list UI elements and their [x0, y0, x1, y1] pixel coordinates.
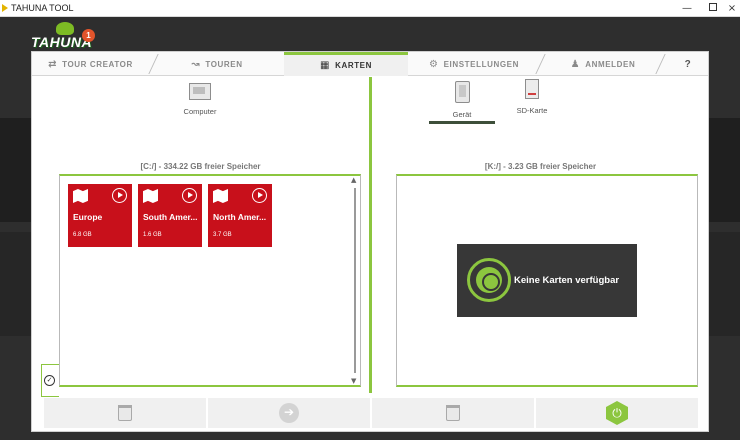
app-panel: ⇄ TOUR CREATOR ↝ TOUREN ▦ KARTEN ⚙ EINST… — [31, 51, 709, 432]
map-icon: ▦ — [320, 60, 331, 71]
tab-label: TOUREN — [205, 59, 243, 69]
maximize-button[interactable] — [700, 0, 726, 17]
storage-info: [C:/] - 334.22 GB freier Speicher — [140, 162, 261, 171]
delete-local-button[interactable] — [44, 398, 206, 428]
map-list: Europe 6.8 GB South Amer... 1.6 GB North… — [59, 174, 361, 387]
tab-karten[interactable]: ▦ KARTEN — [284, 52, 408, 76]
app-icon — [2, 4, 8, 12]
trash-icon — [118, 405, 132, 421]
tab-label: KARTEN — [335, 61, 372, 70]
local-maps-pane: Computer [C:/] - 334.22 GB freier Speich… — [32, 77, 369, 397]
notification-badge[interactable]: 1 — [82, 29, 95, 42]
tab-bar: ⇄ TOUR CREATOR ↝ TOUREN ▦ KARTEN ⚙ EINST… — [32, 52, 708, 76]
map-size: 1.6 GB — [143, 232, 162, 238]
close-button[interactable]: × — [724, 0, 740, 17]
map-tile[interactable]: Europe 6.8 GB — [68, 184, 132, 247]
power-icon — [606, 401, 628, 425]
power-button[interactable] — [536, 398, 698, 428]
window-title: TAHUNA TOOL — [11, 3, 74, 13]
trash-icon — [446, 405, 460, 421]
play-icon[interactable] — [182, 188, 197, 203]
pane-divider — [369, 77, 372, 393]
scrollbar-thumb[interactable] — [354, 188, 356, 373]
tab-label: EINSTELLUNGEN — [443, 59, 519, 69]
tab-label: ANMELDEN — [585, 59, 636, 69]
map-size: 6.8 GB — [73, 232, 92, 238]
empty-message: Keine Karten verfügbar — [514, 275, 620, 286]
tab-label: TOUR CREATOR — [62, 59, 133, 69]
map-tile[interactable]: North Amer... 3.7 GB — [208, 184, 272, 247]
device-icon — [454, 81, 470, 103]
map-icon — [213, 189, 228, 203]
scroll-down-icon[interactable]: ▼ — [351, 377, 356, 385]
scroll-up-icon[interactable]: ▲ — [351, 176, 356, 184]
maximize-icon — [709, 3, 717, 11]
map-tile[interactable]: South Amer... 1.6 GB — [138, 184, 202, 247]
play-icon[interactable] — [252, 188, 267, 203]
globe-icon — [467, 258, 511, 302]
check-icon: ✓ — [44, 375, 55, 386]
source-sd-karte[interactable]: SD-Karte — [502, 79, 562, 115]
help-icon: ? — [684, 58, 692, 70]
empty-state: Keine Karten verfügbar — [457, 244, 637, 317]
map-name: North Amer... — [213, 212, 267, 222]
source-label: SD-Karte — [516, 106, 548, 115]
device-maps-pane: Gerät SD-Karte [K:/] - 3.23 GB freier Sp… — [373, 77, 708, 393]
gear-icon: ⚙ — [429, 58, 439, 70]
tab-touren[interactable]: ↝ TOUREN — [157, 52, 277, 76]
arrow-right-icon: ➔ — [279, 403, 299, 423]
selected-indicator — [429, 121, 495, 124]
delete-device-button[interactable] — [372, 398, 534, 428]
minimize-button[interactable]: — — [674, 0, 700, 17]
computer-icon — [189, 83, 211, 100]
map-name: South Amer... — [143, 212, 198, 222]
transfer-button[interactable]: ➔ — [208, 398, 370, 428]
map-name: Europe — [73, 212, 103, 222]
select-all-toggle[interactable]: ✓ — [41, 364, 59, 397]
route-icon: ↝ — [191, 58, 201, 70]
storage-info: [K:/] - 3.23 GB freier Speicher — [484, 162, 597, 171]
tab-help[interactable]: ? — [668, 52, 708, 76]
device-map-list: Keine Karten verfügbar — [396, 174, 698, 387]
sd-card-icon — [525, 79, 539, 99]
map-icon — [73, 189, 88, 203]
tab-tour-creator[interactable]: ⇄ TOUR CREATOR — [32, 52, 149, 76]
scrollbar[interactable]: ▲ ▼ — [351, 176, 358, 385]
source-computer[interactable]: Computer — [170, 83, 230, 116]
tahuna-logo: TAHUNA 1 — [28, 22, 108, 54]
play-icon[interactable] — [112, 188, 127, 203]
share-icon: ⇄ — [48, 58, 58, 70]
window-titlebar: TAHUNA TOOL — × — [0, 0, 740, 17]
source-label: Gerät — [452, 110, 472, 119]
action-bar: ➔ — [44, 398, 698, 428]
source-geraet[interactable]: Gerät — [427, 81, 497, 124]
tab-einstellungen[interactable]: ⚙ EINSTELLUNGEN — [412, 52, 536, 76]
map-size: 3.7 GB — [213, 232, 232, 238]
user-icon: ♟ — [570, 58, 581, 70]
tab-anmelden[interactable]: ♟ ANMELDEN — [544, 52, 662, 76]
map-icon — [143, 189, 158, 203]
source-label: Computer — [183, 107, 217, 116]
